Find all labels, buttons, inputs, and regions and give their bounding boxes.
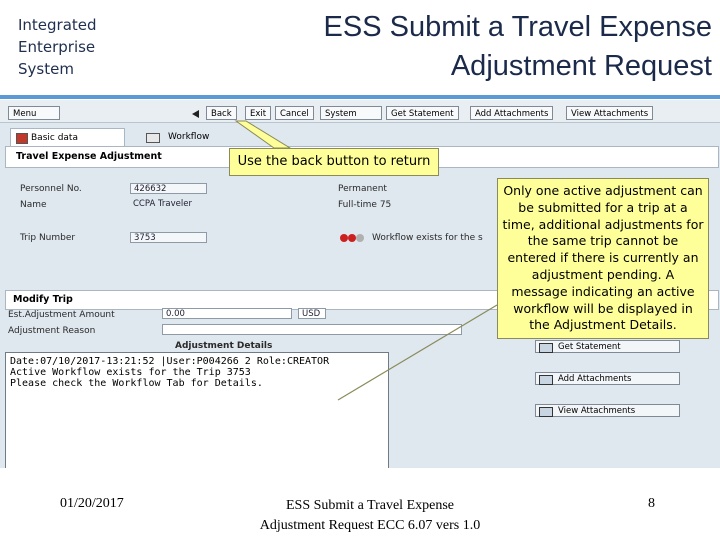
- active-adjustment-callout: Only one active adjustment can be submit…: [497, 178, 709, 339]
- back-button-callout: Use the back button to return: [229, 148, 439, 176]
- page-number: 8: [648, 496, 655, 511]
- footer-date: 01/20/2017: [60, 496, 124, 511]
- back-callout-pointer: [234, 120, 292, 149]
- footer-title: ESS Submit a Travel Expense Adjustment R…: [259, 498, 481, 533]
- details-callout-pointer: [337, 304, 498, 401]
